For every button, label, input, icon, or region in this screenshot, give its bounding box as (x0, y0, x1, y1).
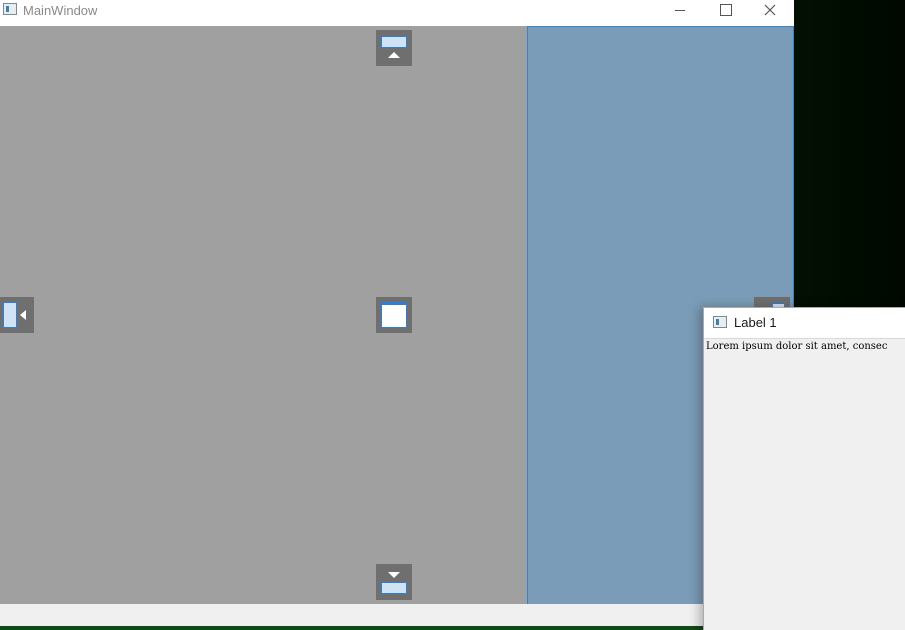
minimize-icon (675, 10, 685, 11)
dock-widget-icon (713, 316, 727, 328)
minimize-button[interactable] (658, 0, 703, 22)
dock-indicator-left[interactable] (0, 297, 34, 333)
status-bar (0, 604, 794, 626)
label-content: Lorem ipsum dolor sit amet, consec (706, 341, 888, 352)
arrow-up-icon (388, 52, 400, 58)
floating-dock-title-bar[interactable]: Label 1 (704, 308, 905, 339)
arrow-left-icon (20, 310, 26, 320)
dock-bottom-icon (381, 582, 407, 594)
dock-top-icon (381, 36, 407, 48)
title-bar[interactable]: MainWindow (0, 0, 794, 26)
maximize-button[interactable] (703, 0, 748, 22)
dock-left-icon (3, 302, 17, 328)
window-title: MainWindow (23, 3, 98, 18)
close-icon (764, 4, 776, 16)
dock-center-icon (381, 302, 407, 328)
main-window: MainWindow (0, 0, 794, 626)
floating-dock-title: Label 1 (734, 315, 777, 330)
arrow-down-icon (388, 572, 400, 578)
maximize-icon (720, 4, 732, 16)
dock-indicator-top[interactable] (376, 30, 412, 66)
dock-indicator-right[interactable] (754, 297, 790, 309)
floating-dock-widget[interactable]: Label 1 Lorem ipsum dolor sit amet, cons… (703, 307, 905, 630)
dock-indicator-bottom[interactable] (376, 564, 412, 600)
dock-indicator-center[interactable] (376, 297, 412, 333)
app-window-icon (3, 3, 17, 15)
close-button[interactable] (748, 0, 793, 22)
